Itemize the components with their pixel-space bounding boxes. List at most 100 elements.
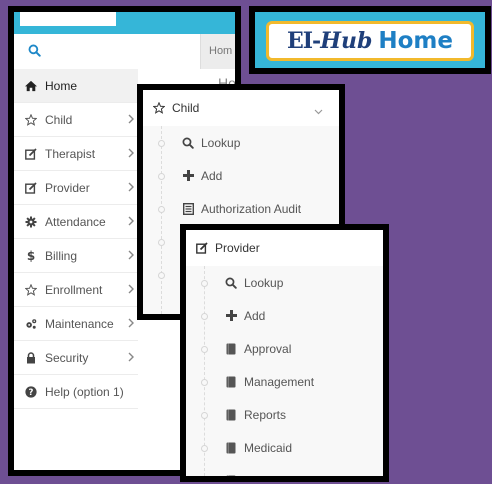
star-outline-icon [25, 113, 37, 126]
star-outline-icon [25, 283, 37, 296]
dollar-icon: $ [25, 249, 37, 262]
logo-text-ei: EI- [287, 28, 321, 54]
provider-submenu-item-provider-service[interactable]: Provider Service [186, 464, 383, 482]
sidebar-item-attendance[interactable]: Attendance [14, 205, 138, 239]
sidebar-item-enrollment[interactable]: Enrollment [14, 273, 138, 307]
search-icon [181, 137, 195, 149]
chevron-right-icon [128, 351, 134, 365]
sidebar-item-billing[interactable]: $ Billing [14, 239, 138, 273]
sidebar-item-provider[interactable]: Provider [14, 171, 138, 205]
edit-square-icon [25, 181, 37, 194]
edit-square-icon [196, 242, 208, 254]
sidebar-item-label: Help (option 1) [45, 384, 124, 399]
tree-node-dot [158, 272, 165, 279]
sidebar-menu: Home Child Therapist Provider Attendance… [14, 69, 138, 409]
tree-node-dot [201, 445, 208, 452]
chevron-right-icon [128, 215, 134, 229]
header-logo-fragment [20, 12, 116, 26]
tree-node-dot [158, 206, 165, 213]
sidebar-item-label: Therapist [45, 146, 96, 161]
edit-square-icon [25, 147, 37, 160]
sidebar-item-label: Billing [45, 248, 78, 263]
ei-hub-home-logo[interactable]: EI- Hub Home [266, 21, 474, 61]
child-submenu-item-lookup[interactable]: Lookup [143, 126, 339, 159]
sidebar-item-label: Provider [45, 180, 90, 195]
child-submenu-item-authorization-audit[interactable]: Authorization Audit [143, 192, 339, 225]
plus-icon [181, 170, 195, 181]
sidebar-item-maintenance[interactable]: Maintenance [14, 307, 138, 341]
tree-node-dot [201, 379, 208, 386]
ei-hub-logo-background: EI- Hub Home [255, 12, 485, 68]
submenu-item-label: Reports [244, 407, 287, 422]
svg-text:$: $ [27, 249, 35, 262]
sidebar-item-label: Enrollment [45, 282, 103, 297]
book-icon [224, 376, 238, 388]
child-submenu-title: Child [172, 101, 200, 115]
tree-node-dot [158, 173, 165, 180]
provider-submenu-item-medicaid[interactable]: Medicaid [186, 431, 383, 464]
list-doc-icon [181, 202, 195, 215]
provider-submenu-item-lookup[interactable]: Lookup [186, 266, 383, 299]
sidebar-item-label: Attendance [45, 214, 106, 229]
book-icon [224, 343, 238, 355]
tree-node-dot [201, 478, 208, 482]
submenu-item-label: Management [244, 374, 315, 389]
tree-node-dot [201, 346, 208, 353]
tree-node-dot [201, 280, 208, 287]
provider-submenu-item-reports[interactable]: Reports [186, 398, 383, 431]
gear-icon [25, 216, 37, 228]
top-bar [14, 12, 235, 34]
chevron-down-icon[interactable] [314, 104, 323, 118]
book-icon [224, 409, 238, 421]
chevron-right-icon [128, 317, 134, 331]
logo-text-hub: Hub [320, 28, 373, 54]
submenu-item-label: Authorization Audit [201, 201, 302, 216]
svg-text:?: ? [29, 388, 34, 398]
sidebar-item-label: Home [45, 78, 78, 93]
search-icon [224, 277, 238, 289]
logo-text-home: Home [378, 28, 453, 54]
chevron-right-icon [128, 249, 134, 263]
book-icon [224, 442, 238, 454]
provider-submenu-list: Lookup Add Approval Management Reports M… [186, 266, 383, 476]
search-bar: Hom [14, 34, 235, 70]
search-icon[interactable] [28, 44, 41, 57]
content-tab[interactable]: Hom [200, 34, 235, 69]
sidebar-item-security[interactable]: Security [14, 341, 138, 375]
home-icon [25, 80, 37, 92]
submenu-item-label: Provider Service [244, 473, 333, 482]
gears-icon [25, 318, 37, 330]
provider-submenu-item-management[interactable]: Management [186, 365, 383, 398]
child-submenu-header[interactable]: Child [143, 90, 339, 127]
submenu-item-label: Medicaid [244, 440, 293, 455]
star-outline-icon [153, 102, 165, 114]
provider-submenu-header[interactable]: Provider [186, 230, 383, 267]
provider-submenu-item-add[interactable]: Add [186, 299, 383, 332]
plus-icon [224, 310, 238, 321]
sidebar-item-therapist[interactable]: Therapist [14, 137, 138, 171]
provider-submenu-item-approval[interactable]: Approval [186, 332, 383, 365]
chevron-right-icon [128, 283, 134, 297]
submenu-item-label: Add [201, 168, 223, 183]
book-icon [224, 475, 238, 476]
tree-node-dot [201, 313, 208, 320]
submenu-item-label: Lookup [244, 275, 284, 290]
chevron-right-icon [128, 181, 134, 195]
sidebar-item-home[interactable]: Home [14, 69, 138, 103]
sidebar-item-label: Security [45, 350, 89, 365]
question-circle-icon: ? [25, 385, 37, 398]
submenu-item-label: Approval [244, 341, 292, 356]
sidebar-item-label: Child [45, 112, 73, 127]
tree-node-dot [201, 412, 208, 419]
submenu-item-label: Lookup [201, 135, 241, 150]
sidebar-item-help[interactable]: ? Help (option 1) [14, 375, 138, 409]
chevron-right-icon [128, 147, 134, 161]
provider-submenu-panel: Provider Lookup Add Approval Management … [180, 224, 389, 482]
sidebar-item-child[interactable]: Child [14, 103, 138, 137]
tree-node-dot [158, 140, 165, 147]
provider-submenu-title: Provider [215, 241, 260, 255]
child-submenu-item-add[interactable]: Add [143, 159, 339, 192]
sidebar-item-label: Maintenance [45, 316, 114, 331]
submenu-item-label: Add [244, 308, 266, 323]
chevron-right-icon [128, 113, 134, 127]
